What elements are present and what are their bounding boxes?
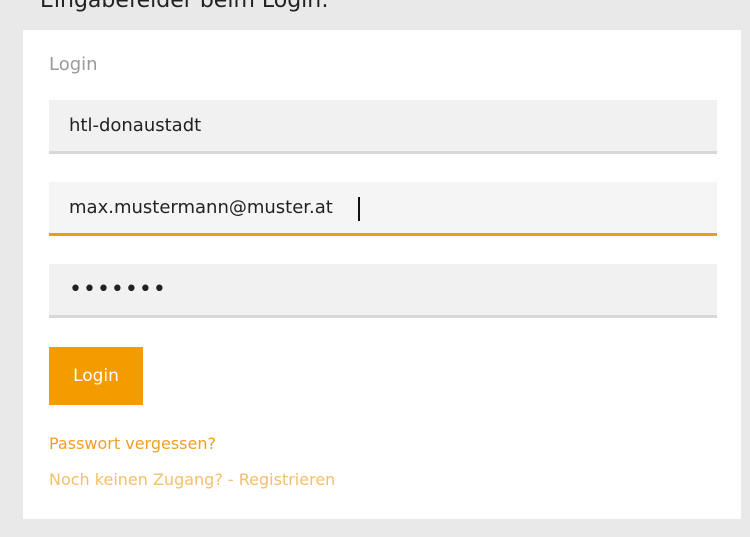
register-link[interactable]: Noch keinen Zugang? - Registrieren [49,470,335,489]
partial-heading: Eingabefelder beim Login: [40,0,329,13]
password-field[interactable] [49,264,717,318]
forgot-password-link[interactable]: Passwort vergessen? [49,434,216,453]
login-panel: Login Login Passwort vergessen? Noch kei… [23,30,741,519]
login-title: Login [49,54,98,75]
login-button[interactable]: Login [49,347,143,405]
tenant-field[interactable] [49,100,717,154]
email-field[interactable] [49,182,717,236]
text-caret [358,197,360,221]
